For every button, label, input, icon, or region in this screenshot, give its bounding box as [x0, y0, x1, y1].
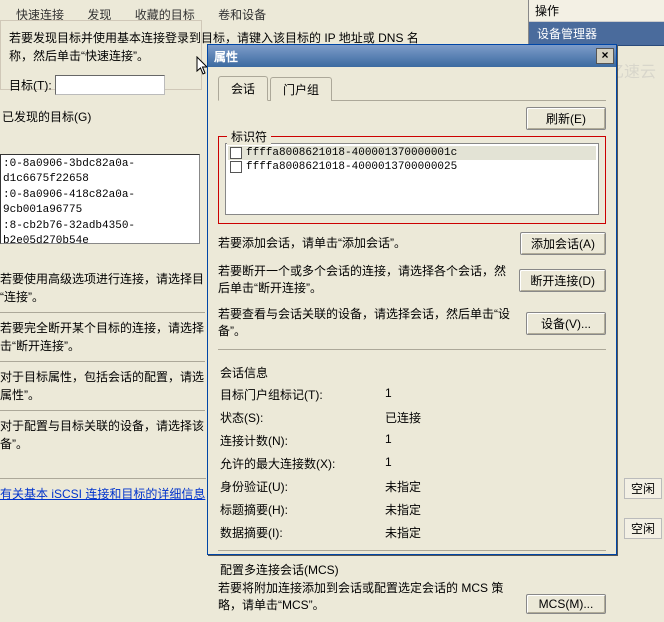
val-state: 已连接 — [385, 409, 604, 426]
bg-more-info-link[interactable]: 有关基本 iSCSI 连接和目标的详细信息 — [0, 487, 205, 501]
devices-button[interactable]: 设备(V)... — [526, 312, 606, 335]
bg-hint-prop2: 属性”。 — [0, 386, 205, 404]
lbl-state: 状态(S): — [220, 409, 385, 426]
val-data-digest: 未指定 — [385, 524, 604, 541]
identifier-list[interactable]: ffffa8008621018-400001370000001c ffffa80… — [225, 143, 599, 215]
bg-hint-dev2: 备”。 — [0, 435, 205, 453]
right-devmgr[interactable]: 设备管理器 — [529, 22, 664, 46]
val-max-conn: 1 — [385, 455, 604, 472]
lbl-max-conn: 允许的最大连接数(X): — [220, 455, 385, 472]
bg-hint-disc: 若要完全断开某个目标的连接，请选择 — [0, 319, 205, 337]
val-auth: 未指定 — [385, 478, 604, 495]
mcs-title: 配置多连接会话(MCS) — [220, 561, 518, 578]
titlebar[interactable]: 属性 × — [208, 45, 616, 67]
bg-hint-disc2: 击“断开连接”。 — [0, 337, 205, 355]
hint-devices: 若要查看与会话关联的设备，请选择会话，然后单击“设备”。 — [218, 306, 518, 341]
tab-session[interactable]: 会话 — [218, 76, 268, 101]
hint-mcs: 若要将附加连接添加到会话或配置选定会话的 MCS 策略，请单击“MCS”。 — [218, 580, 518, 615]
refresh-button[interactable]: 刷新(E) — [526, 107, 606, 130]
disconnect-button[interactable]: 断开连接(D) — [519, 269, 606, 292]
bg-discovered-label: 已发现的目标(G) — [2, 108, 91, 125]
properties-dialog: 属性 × 会话 门户组 刷新(E) 标识符 ffffa8008621018-40… — [207, 44, 617, 555]
identifier-text: ffffa8008621018-4000013700000025 — [246, 161, 457, 173]
bg-session-item[interactable]: :0-8a0906-3bdc82a0a-d1c6675f22658 — [3, 157, 197, 188]
checkbox-icon[interactable] — [230, 147, 242, 159]
bg-quick-desc2: 称，然后单击“快速连接”。 — [9, 47, 193, 65]
hint-add-session: 若要添加会话，请单击“添加会话”。 — [218, 235, 512, 252]
bg-target-input[interactable] — [55, 75, 165, 95]
tab-row: 会话 门户组 — [218, 75, 606, 101]
tab-portal-group[interactable]: 门户组 — [270, 77, 332, 101]
lbl-conn-count: 连接计数(N): — [220, 432, 385, 449]
bg-target-label: 目标(T): — [9, 79, 52, 93]
val-header-digest: 未指定 — [385, 501, 604, 518]
bg-session-item[interactable]: :0-8a0906-418c82a0a-9cb001a96775 — [3, 188, 197, 219]
bg-tab-vol[interactable]: 卷和设备 — [208, 3, 276, 26]
val-portal: 1 — [385, 386, 604, 403]
mcs-button[interactable]: MCS(M)... — [526, 594, 606, 614]
bg-session-list[interactable]: :0-8a0906-3bdc82a0a-d1c6675f22658 :0-8a0… — [0, 154, 200, 244]
bg-session-item[interactable]: :8-cb2b76-32adb4350-b2e05d270b54e — [3, 219, 197, 244]
identifier-item[interactable]: ffffa8008621018-400001370000001c — [228, 146, 596, 160]
lbl-auth: 身份验证(U): — [220, 478, 385, 495]
bg-hint-prop: 对于目标属性，包括会话的配置，请选 — [0, 368, 205, 386]
bg-hint-conn2: “连接”。 — [0, 288, 205, 306]
bg-hint-conn: 若要使用高级选项进行连接，请选择目 — [0, 270, 205, 288]
hint-disconnect: 若要断开一个或多个会话的连接，请选择各个会话，然后单击“断开连接”。 — [218, 263, 511, 298]
identifier-item[interactable]: ffffa8008621018-4000013700000025 — [228, 160, 596, 174]
idle-1: 空闲 — [624, 478, 662, 499]
right-ops-label: 操作 — [529, 0, 664, 22]
val-conn-count: 1 — [385, 432, 604, 449]
dialog-title: 属性 — [214, 48, 238, 65]
lbl-header-digest: 标题摘要(H): — [220, 501, 385, 518]
identifier-group: 标识符 ffffa8008621018-400001370000001c fff… — [218, 136, 606, 224]
bg-quick-desc1: 若要发现目标并使用基本连接登录到目标，请键入该目标的 IP 地址或 DNS 名 — [9, 29, 193, 47]
add-session-button[interactable]: 添加会话(A) — [520, 232, 606, 255]
bg-quick-group: 若要发现目标并使用基本连接登录到目标，请键入该目标的 IP 地址或 DNS 名 … — [0, 20, 202, 90]
identifier-text: ffffa8008621018-400001370000001c — [246, 147, 457, 159]
session-info-group: 会话信息 目标门户组标记(T):1 状态(S):已连接 连接计数(N):1 允许… — [218, 356, 606, 544]
identifier-legend: 标识符 — [227, 128, 271, 145]
session-info-title: 会话信息 — [220, 364, 606, 381]
checkbox-icon[interactable] — [230, 161, 242, 173]
bg-hint-dev: 对于配置与目标关联的设备，请选择该 — [0, 417, 205, 435]
idle-2: 空闲 — [624, 518, 662, 539]
close-button[interactable]: × — [596, 48, 614, 64]
lbl-data-digest: 数据摘要(I): — [220, 524, 385, 541]
lbl-portal: 目标门户组标记(T): — [220, 386, 385, 403]
